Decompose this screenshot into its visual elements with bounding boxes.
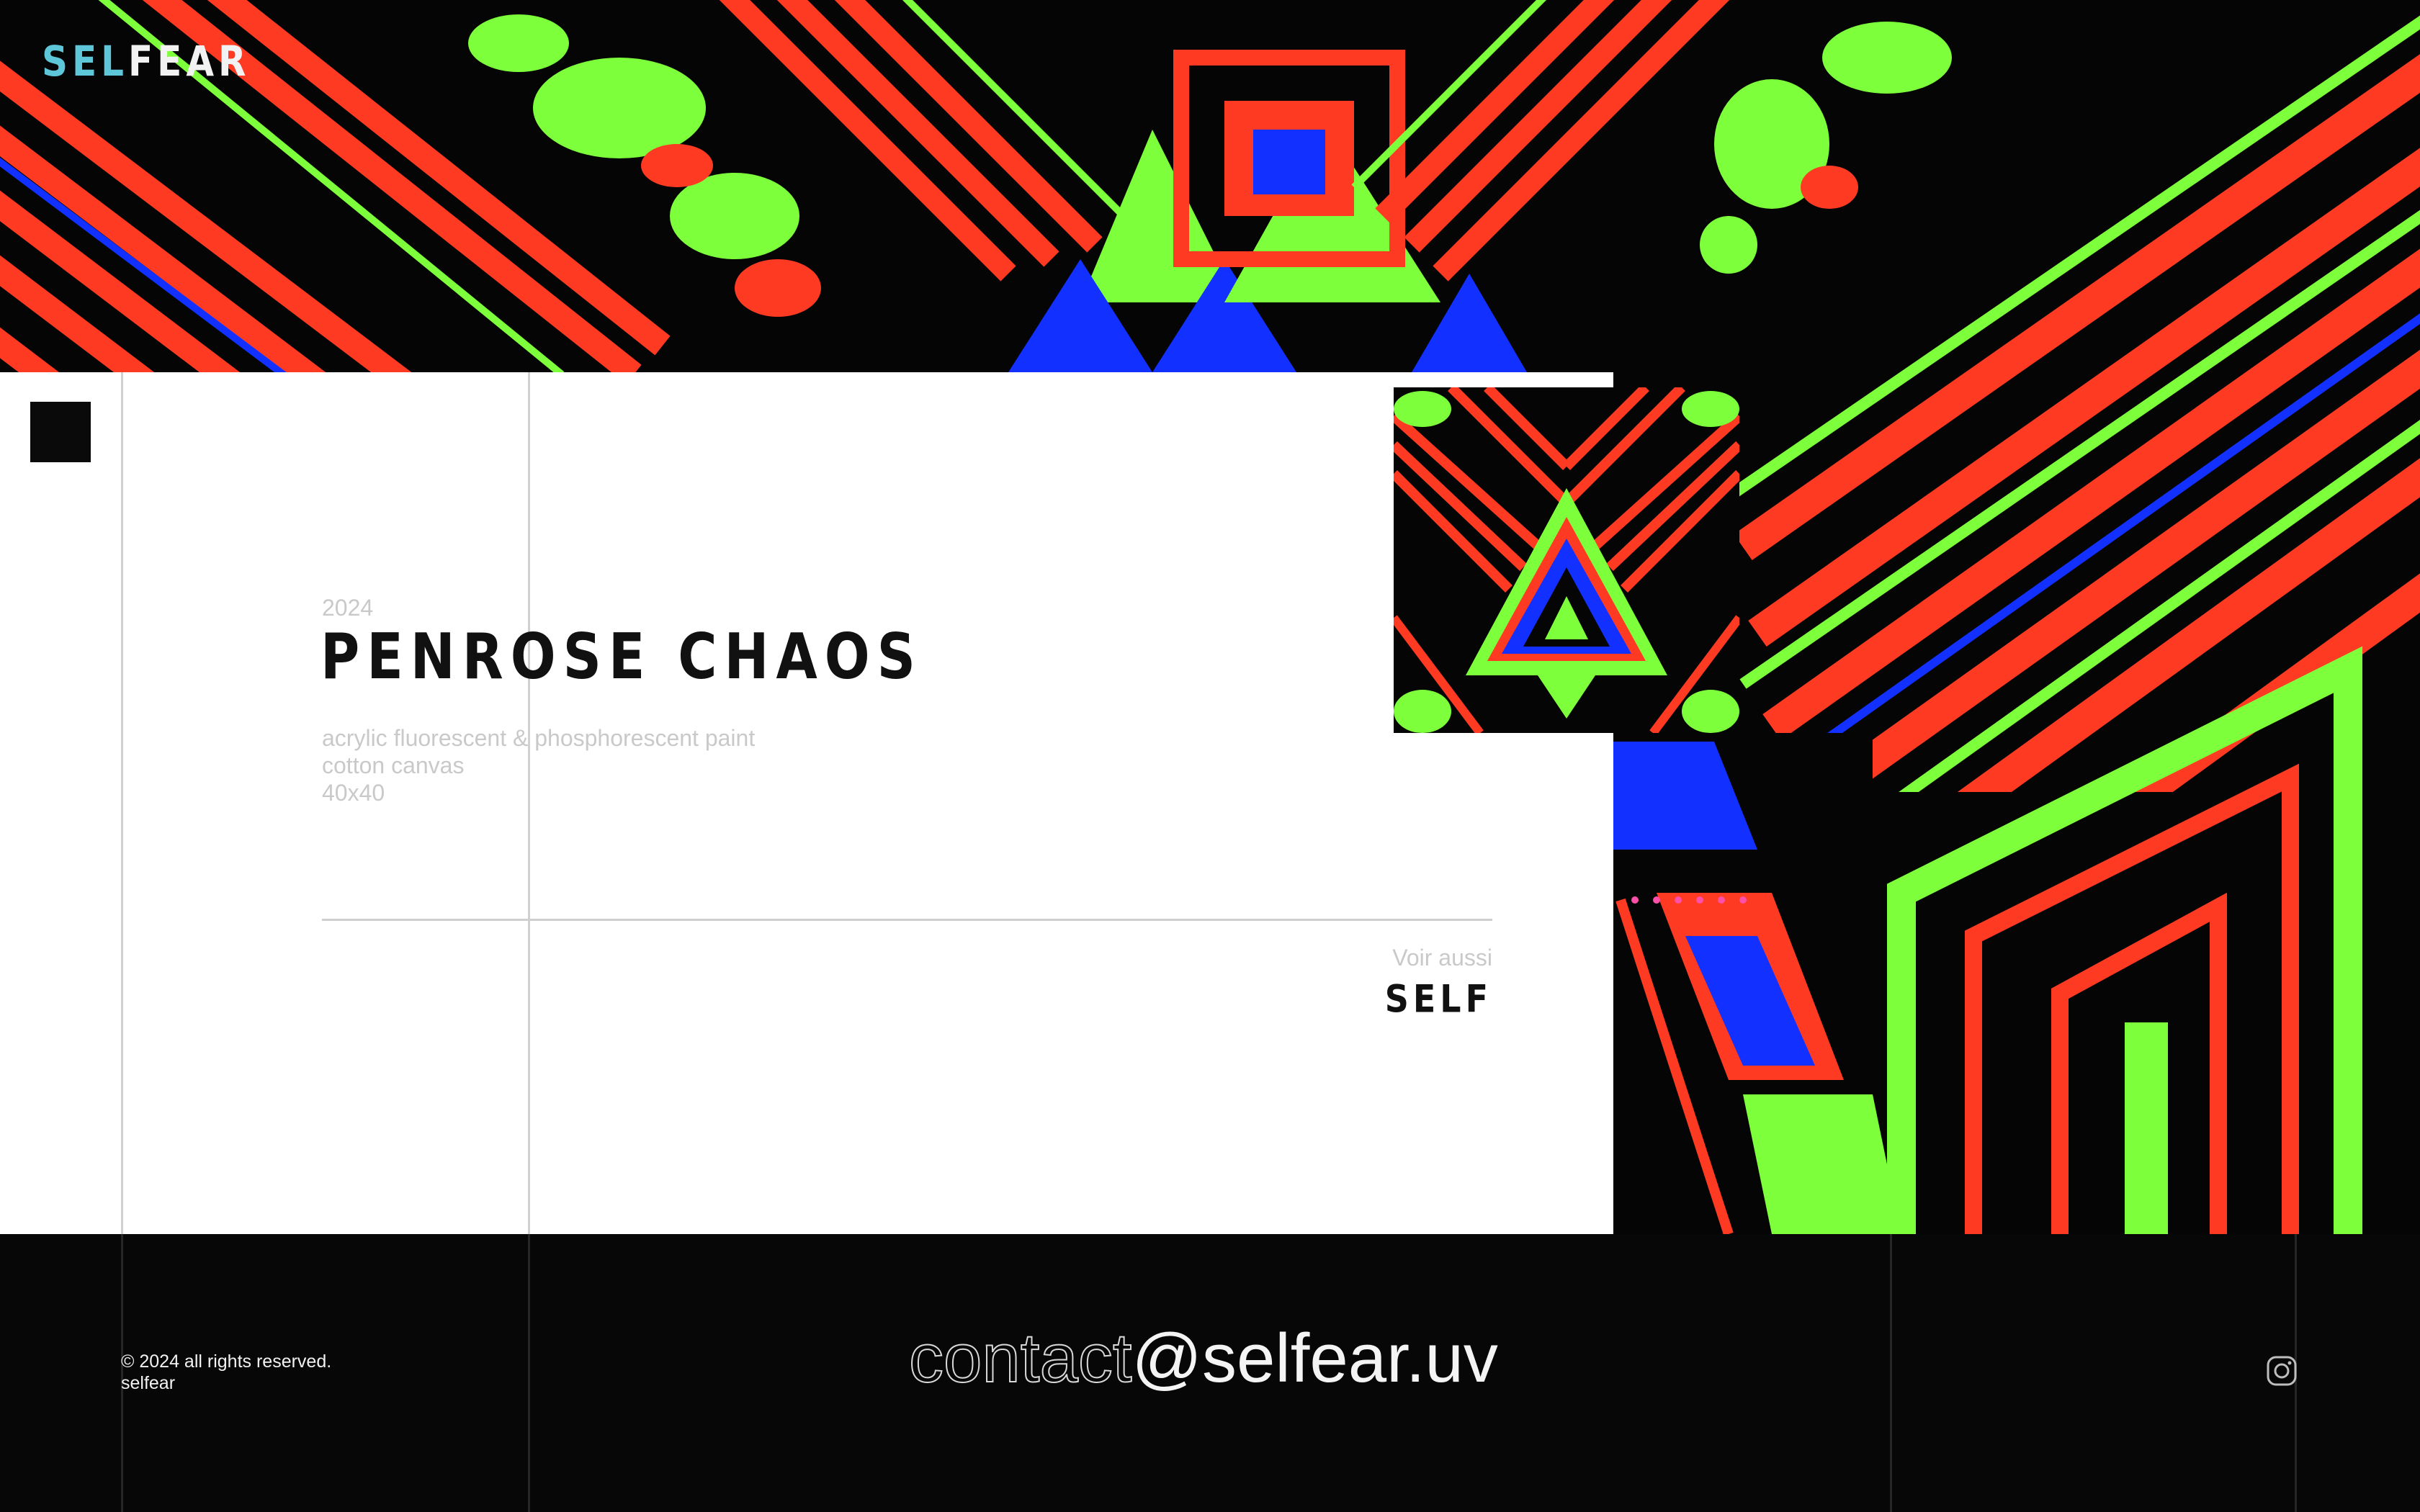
footer-name: selfear (121, 1373, 176, 1393)
email-domain: @selfear.uv (1131, 1320, 1498, 1397)
see-also-label: Voir aussi (1392, 945, 1492, 971)
logo-self: SEL (42, 37, 129, 86)
grid-line (1890, 1234, 1892, 1512)
spec-support: cotton canvas (322, 752, 465, 778)
email-local-part: contact (908, 1319, 1133, 1398)
grid-line (121, 372, 123, 1234)
spec-medium: acrylic fluorescent & phosphorescent pai… (322, 725, 756, 751)
artwork-details-panel (0, 372, 1613, 1234)
contact-email-link[interactable]: contact@selfear.uv (908, 1319, 1498, 1398)
site-logo[interactable]: SELFEAR (42, 37, 251, 86)
footer-copyright: © 2024 all rights reserved. selfear (121, 1351, 331, 1394)
instagram-icon[interactable] (2266, 1355, 2298, 1387)
see-also-link[interactable]: SELF (1385, 976, 1492, 1021)
artwork-title: PENROSE CHAOS (321, 621, 923, 694)
logo-fear: FEAR (128, 37, 251, 86)
menu-icon[interactable] (30, 402, 91, 462)
artwork-year: 2024 (322, 595, 374, 621)
artwork-thumbnail[interactable] (1394, 387, 1739, 733)
spec-size: 40x40 (322, 780, 385, 806)
grid-line (528, 1234, 530, 1512)
copyright-text: © 2024 all rights reserved. (121, 1351, 332, 1372)
divider (322, 919, 1492, 921)
artwork-specs: acrylic fluorescent & phosphorescent pai… (322, 724, 755, 806)
thumbnail-image (1394, 387, 1739, 733)
